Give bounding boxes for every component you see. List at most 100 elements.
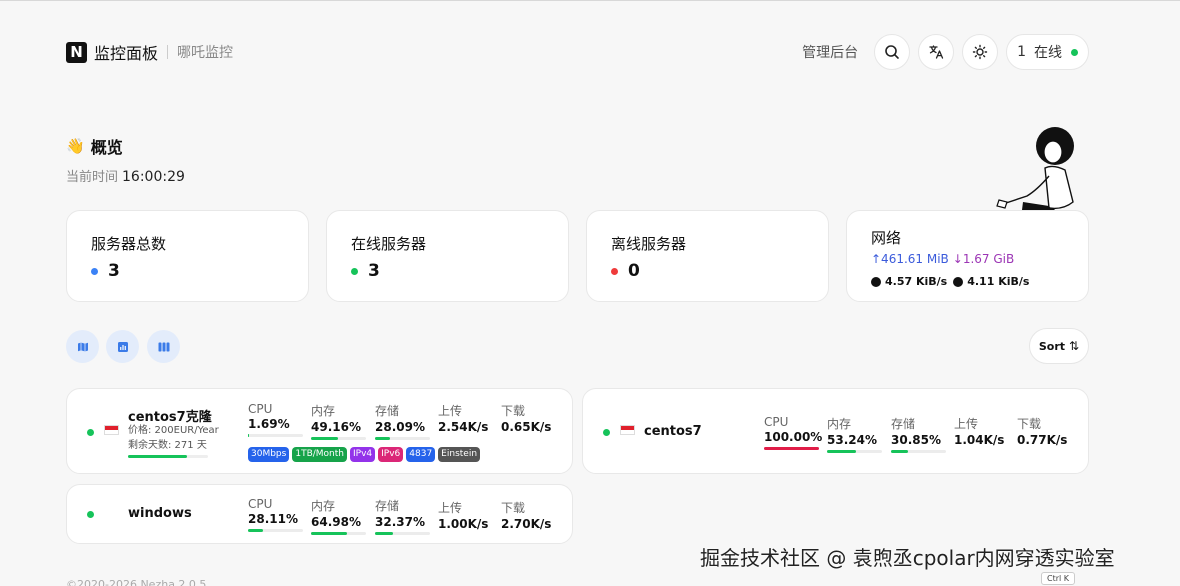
metric-value: 2.54K/s <box>438 420 489 434</box>
stat-label: 离线服务器 <box>611 235 687 253</box>
upload-speed-icon <box>871 276 881 287</box>
columns-icon <box>158 342 169 351</box>
metric-bar-fill <box>891 450 908 453</box>
metric-value: 0.77K/s <box>1017 433 1068 447</box>
metric-label: 下载 <box>1017 417 1042 431</box>
sort-label: Sort <box>1038 339 1066 353</box>
current-time: 当前时间 16:00:29 <box>66 166 185 185</box>
metric-bar-fill <box>248 529 264 532</box>
metric-bar-fill <box>764 447 819 450</box>
grid-view-button[interactable] <box>147 330 180 363</box>
page-title: 监控面板 <box>94 44 159 63</box>
metric-bar <box>375 532 430 535</box>
stat-card-total[interactable]: 服务器总数 3 <box>66 210 309 302</box>
tag-ipv4: IPv4 <box>349 447 376 462</box>
metric-label: 上传 <box>438 501 463 515</box>
sort-arrows-icon: ⇅ <box>1069 339 1080 353</box>
metric-label: CPU <box>248 497 273 511</box>
metric-label: 存储 <box>891 417 916 431</box>
metric-label: 内存 <box>311 499 336 513</box>
metric-bar <box>248 529 303 532</box>
server-card-centos7[interactable]: centos7 CPU 100.00% 内存 53.24% 存储 30.85% … <box>582 388 1089 474</box>
tag-ipv6: IPv6 <box>378 447 404 462</box>
online-users-pill[interactable]: 1 在线 <box>1006 34 1089 70</box>
metric-value: 53.24% <box>827 433 877 447</box>
download-speed-icon <box>953 276 964 287</box>
stat-card-offline[interactable]: 离线服务器 0 <box>586 210 829 302</box>
memory-metric: 内存 49.16% <box>311 402 366 440</box>
metric-bar-fill <box>827 450 857 453</box>
current-time-value: 16:00:29 <box>122 169 185 185</box>
stat-label: 网络 <box>871 229 902 247</box>
network-totals: ↑461.61 MiB ↓1.67 GiB <box>871 252 1014 266</box>
stat-value: 3 <box>368 261 380 281</box>
page-subtitle: 哪吒监控 <box>177 45 234 61</box>
chart-view-button[interactable] <box>106 330 139 363</box>
upload-total: ↑461.61 MiB <box>871 252 949 266</box>
admin-link[interactable]: 管理后台 <box>802 42 858 62</box>
network-speeds: 4.57 KiB/s 4.11 KiB/s <box>871 275 1029 288</box>
cpu-metric: CPU 28.11% <box>248 497 303 532</box>
theme-toggle-button[interactable] <box>962 34 999 70</box>
command-shortcut-hint[interactable]: Ctrl K <box>1041 572 1076 585</box>
tag-traffic: 1TB/Month <box>292 447 347 462</box>
metric-value: 0.65K/s <box>501 420 552 434</box>
server-card-windows[interactable]: windows CPU 28.11% 内存 64.98% 存储 32.37% 上… <box>66 484 573 544</box>
singapore-flag-icon <box>620 425 635 435</box>
language-button[interactable] <box>918 34 955 70</box>
tag-einstein: Einstein <box>438 447 481 462</box>
online-status-dot <box>1071 48 1078 56</box>
disk-metric: 存储 32.37% <box>375 497 430 535</box>
sort-button[interactable]: Sort ⇅ <box>1029 328 1089 364</box>
server-price: 价格: 200EUR/Year <box>128 425 219 436</box>
metric-label: 上传 <box>438 404 463 418</box>
memory-metric: 内存 64.98% <box>311 497 366 535</box>
search-button[interactable] <box>874 34 911 70</box>
disk-metric: 存储 28.09% <box>375 402 430 440</box>
remaining-days-bar <box>128 455 208 458</box>
stat-value: 3 <box>108 261 120 281</box>
metric-value: 64.98% <box>311 515 361 529</box>
metric-bar <box>311 532 366 535</box>
server-name: windows <box>128 506 192 521</box>
top-border <box>0 0 1180 1</box>
metric-value: 28.09% <box>375 420 425 434</box>
online-status-dot <box>87 429 94 436</box>
download-total: ↓1.67 GiB <box>952 252 1015 266</box>
map-view-button[interactable] <box>66 330 99 363</box>
map-icon <box>77 342 88 351</box>
metric-bar <box>248 434 303 437</box>
metric-bar <box>891 450 946 453</box>
disk-metric: 存储 30.85% <box>891 415 946 453</box>
metric-bar-fill <box>248 434 250 437</box>
metric-label: 存储 <box>375 499 400 513</box>
metric-value: 100.00% <box>764 430 823 444</box>
upload-metric: 上传 2.54K/s <box>438 402 488 434</box>
metric-bar-fill <box>311 532 347 535</box>
brand[interactable]: N 监控面板 哪吒监控 <box>66 40 233 64</box>
bar-chart-icon <box>117 341 128 352</box>
tag-asn: 4837 <box>406 447 436 462</box>
metric-label: 存储 <box>375 404 400 418</box>
metric-label: 上传 <box>954 417 979 431</box>
metric-value: 28.11% <box>248 512 298 526</box>
metric-bar <box>311 437 366 440</box>
stat-card-network[interactable]: 网络 ↑461.61 MiB ↓1.67 GiB 4.57 KiB/s 4.11 … <box>846 210 1089 302</box>
metric-value: 30.85% <box>891 433 941 447</box>
metric-bar-fill <box>375 532 393 535</box>
footer-copyright: ©2020-2026 Nezha 2.0.5 <box>66 578 207 586</box>
metric-bar-fill <box>311 437 339 440</box>
status-dot <box>91 267 98 275</box>
upload-metric: 上传 1.04K/s <box>954 415 1004 447</box>
server-billing: 价格: 200EUR/Year 剩余天数: 271 天 <box>128 423 219 453</box>
server-name: centos7 <box>644 424 702 439</box>
metric-label: 内存 <box>311 404 336 418</box>
server-card-centos7-clone[interactable]: centos7克隆 价格: 200EUR/Year 剩余天数: 271 天 CP… <box>66 388 573 474</box>
stat-card-online[interactable]: 在线服务器 3 <box>326 210 569 302</box>
server-tags: 30Mbps 1TB/Month IPv4 IPv6 4837 Einstein <box>248 447 483 462</box>
watermark-text: 掘金技术社区 @ 袁煦丞cpolar内网穿透实验室 <box>700 546 1115 570</box>
metric-label: 下载 <box>501 501 526 515</box>
metric-label: CPU <box>248 402 273 416</box>
stat-value: 0 <box>628 261 640 281</box>
search-icon <box>885 45 899 59</box>
